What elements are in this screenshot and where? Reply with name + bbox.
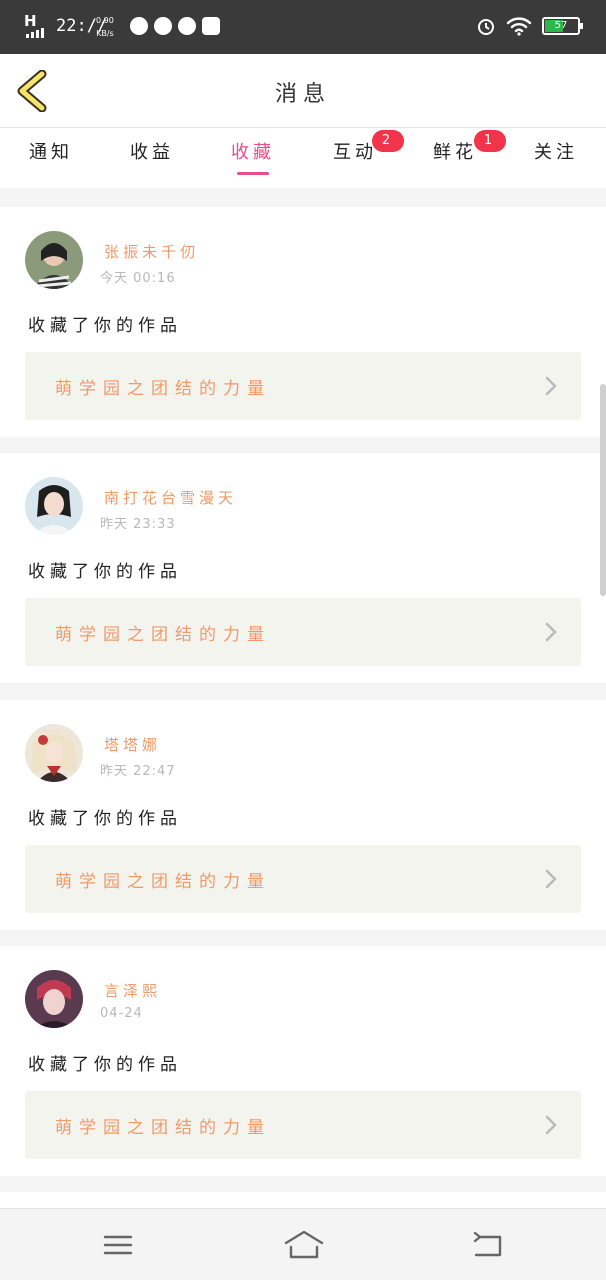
tab-label: 鲜花 bbox=[433, 142, 477, 163]
qq-icon bbox=[154, 17, 172, 35]
unread-badge: 2 bbox=[372, 130, 404, 152]
notification-icons bbox=[130, 17, 220, 35]
notification-card: 南打花台雪漫天 昨天 23:33 收藏了你的作品 萌学园之团结的力量 bbox=[0, 453, 606, 683]
action-text: 收藏了你的作品 bbox=[28, 316, 182, 336]
tab-label: 互动 bbox=[333, 142, 377, 163]
speed-unit: KB/s bbox=[96, 29, 114, 38]
username[interactable]: 张振未千仞 bbox=[104, 241, 199, 262]
tab-bar: 通知 收益 收藏 互动 2 鲜花 1 关注 bbox=[0, 128, 606, 188]
video-app-icon bbox=[202, 17, 220, 35]
notification-card: 言泽熙 04-24 收藏了你的作品 萌学园之团结的力量 bbox=[0, 946, 606, 1176]
work-title: 萌学园之团结的力量 bbox=[55, 379, 271, 399]
work-title: 萌学园之团结的力量 bbox=[55, 625, 271, 645]
work-link[interactable]: 萌学园之团结的力量 bbox=[25, 845, 581, 913]
signal-icon bbox=[26, 28, 44, 38]
wifi-icon bbox=[506, 17, 532, 36]
work-link[interactable]: 萌学园之团结的力量 bbox=[25, 598, 581, 666]
tab-following[interactable]: 关注 bbox=[521, 138, 591, 164]
tab-label: 关注 bbox=[534, 142, 578, 163]
avatar[interactable] bbox=[25, 477, 83, 535]
avatar[interactable] bbox=[25, 724, 83, 782]
speed-value: 0.90 bbox=[96, 16, 114, 25]
tab-label: 通知 bbox=[29, 142, 73, 163]
network-speed: 0.90 KB/s bbox=[96, 14, 114, 40]
battery-level: 57 bbox=[554, 20, 568, 31]
tab-earnings[interactable]: 收益 bbox=[117, 138, 187, 164]
home-icon bbox=[284, 1230, 324, 1259]
back-icon bbox=[473, 1231, 502, 1257]
action-text: 收藏了你的作品 bbox=[28, 1055, 182, 1075]
home-button[interactable] bbox=[284, 1229, 324, 1261]
app-header: 消息 bbox=[0, 54, 606, 128]
chevron-right-icon bbox=[545, 1115, 557, 1135]
username[interactable]: 言泽熙 bbox=[104, 980, 161, 1001]
work-title: 萌学园之团结的力量 bbox=[55, 872, 271, 892]
chevron-right-icon bbox=[545, 622, 557, 642]
alarm-icon bbox=[478, 19, 494, 35]
notification-card: 张振未千仞 今天 00:16 收藏了你的作品 萌学园之团结的力量 bbox=[0, 207, 606, 437]
work-link[interactable]: 萌学园之团结的力量 bbox=[25, 1091, 581, 1159]
action-text: 收藏了你的作品 bbox=[28, 562, 182, 582]
work-title: 萌学园之团结的力量 bbox=[55, 1118, 271, 1138]
action-text: 收藏了你的作品 bbox=[28, 809, 182, 829]
timestamp: 今天 00:16 bbox=[100, 271, 176, 286]
tab-label: 收藏 bbox=[231, 142, 275, 163]
active-tab-indicator bbox=[237, 172, 269, 175]
timestamp: 04-24 bbox=[100, 1006, 143, 1021]
status-bar: H 22:// 0.90 KB/s 57 bbox=[0, 0, 606, 54]
avatar[interactable] bbox=[25, 970, 83, 1028]
back-nav-button[interactable] bbox=[470, 1229, 506, 1261]
unread-badge: 1 bbox=[474, 130, 506, 152]
battery-icon: 57 bbox=[542, 17, 583, 35]
scrollbar[interactable] bbox=[600, 384, 606, 596]
page-title: 消息 bbox=[274, 82, 331, 107]
tab-notifications[interactable]: 通知 bbox=[16, 138, 86, 164]
avatar[interactable] bbox=[25, 231, 83, 289]
system-nav-bar bbox=[0, 1208, 606, 1280]
work-link[interactable]: 萌学园之团结的力量 bbox=[25, 352, 581, 420]
menu-icon bbox=[103, 1235, 133, 1255]
notification-card: 塔塔娜 昨天 22:47 收藏了你的作品 萌学园之团结的力量 bbox=[0, 700, 606, 930]
qq-icon bbox=[178, 17, 196, 35]
timestamp: 昨天 23:33 bbox=[100, 517, 176, 532]
menu-button[interactable] bbox=[100, 1229, 136, 1261]
username[interactable]: 南打花台雪漫天 bbox=[104, 487, 237, 508]
tab-flowers[interactable]: 鲜花 1 bbox=[420, 130, 506, 164]
username[interactable]: 塔塔娜 bbox=[104, 734, 161, 755]
notification-card bbox=[0, 1192, 606, 1208]
timestamp: 昨天 22:47 bbox=[100, 764, 176, 779]
tab-favorites[interactable]: 收藏 bbox=[218, 138, 288, 164]
chevron-right-icon bbox=[545, 376, 557, 396]
chevron-right-icon bbox=[545, 869, 557, 889]
tab-interactions[interactable]: 互动 2 bbox=[320, 130, 404, 164]
wechat-icon bbox=[130, 17, 148, 35]
tab-label: 收益 bbox=[130, 142, 174, 163]
